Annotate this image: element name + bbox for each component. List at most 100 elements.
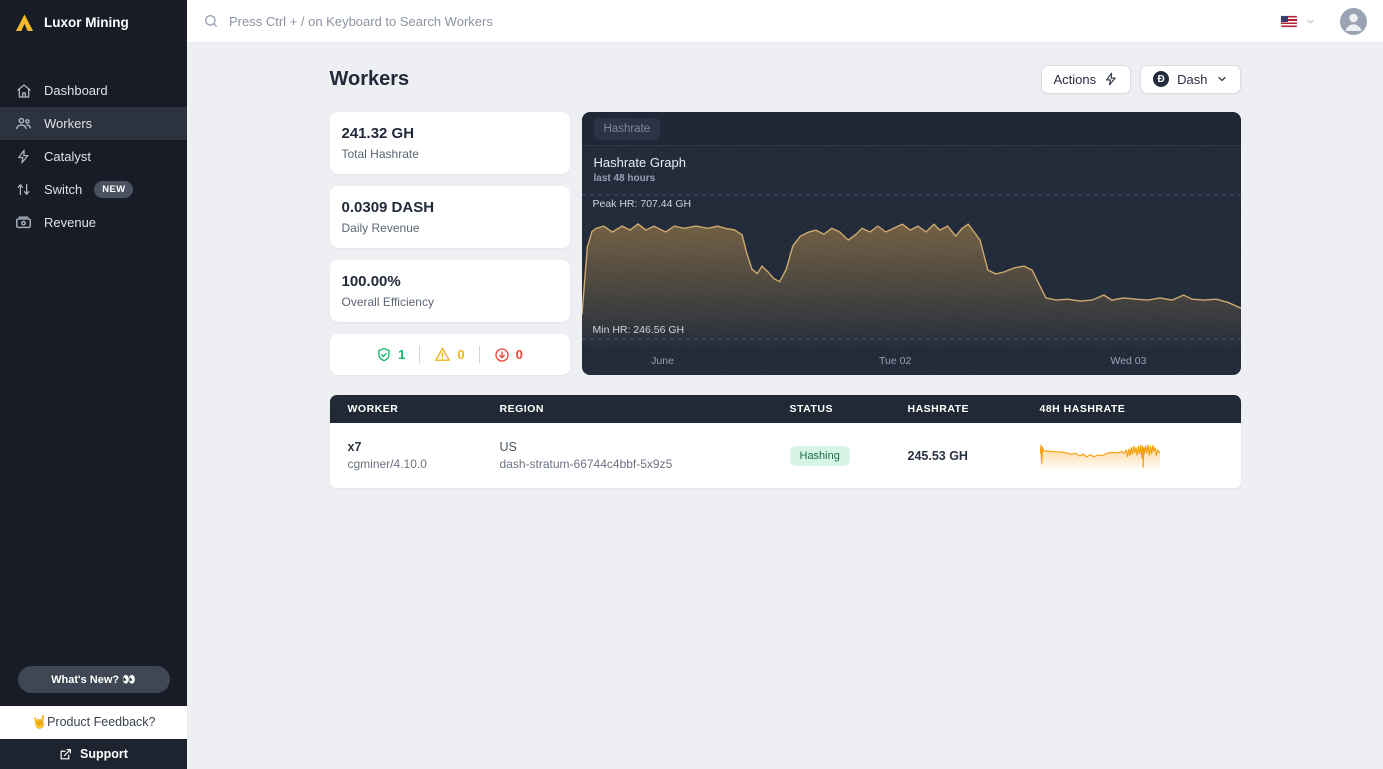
worker-status-summary-card: 1 0 0	[330, 334, 570, 375]
new-badge: NEW	[94, 181, 133, 198]
app-root: Luxor Mining Dashboard Workers Catalyst	[0, 0, 1383, 769]
coin-label: Dash	[1177, 72, 1207, 87]
table-row[interactable]: x7 cgminer/4.10.0 US dash-stratum-66744c…	[330, 423, 1241, 488]
dashboard-row: 241.32 GH Total Hashrate 0.0309 DASH Dai…	[330, 112, 1241, 375]
overall-efficiency-value: 100.00%	[342, 273, 558, 290]
x-tick-label: June	[651, 355, 674, 367]
x-tick-label: Tue 02	[879, 355, 911, 367]
daily-revenue-card: 0.0309 DASH Daily Revenue	[330, 186, 570, 248]
support-label: Support	[80, 747, 128, 761]
topbar-right	[1281, 8, 1367, 35]
column-header-48h-hashrate: 48H HASHRATE	[1022, 403, 1241, 415]
graph-subtitle: last 48 hours	[582, 170, 1241, 184]
sidebar-item-switch[interactable]: Switch NEW	[0, 173, 187, 206]
page-header: Workers Actions Ð Dash	[330, 64, 1241, 94]
arrow-down-circle-icon	[494, 347, 510, 363]
topbar	[187, 0, 1383, 43]
bolt-icon	[15, 148, 32, 165]
healthy-count: 1	[398, 347, 405, 362]
down-workers-filter[interactable]: 0	[480, 347, 537, 363]
page-title: Workers	[330, 68, 410, 91]
luxor-logo-icon	[15, 13, 34, 32]
down-count: 0	[516, 347, 523, 362]
sidebar-item-revenue[interactable]: Revenue	[0, 206, 187, 239]
hashrate-cell: 245.53 GH	[890, 447, 1022, 465]
chevron-down-icon[interactable]	[1305, 16, 1316, 27]
healthy-workers-filter[interactable]: 1	[362, 347, 419, 363]
worker-agent: cgminer/4.10.0	[348, 457, 482, 471]
dash-coin-icon: Ð	[1153, 71, 1169, 87]
bolt-icon	[1104, 72, 1118, 86]
graph-title: Hashrate Graph	[582, 146, 1241, 170]
content: Workers Actions Ð Dash 241.32	[330, 43, 1241, 488]
region-name: US	[500, 440, 772, 454]
brand-logo[interactable]: Luxor Mining	[0, 0, 187, 45]
peak-hr-label: Peak HR: 707.44 GH	[593, 198, 692, 210]
sidebar-item-label: Switch	[44, 182, 82, 197]
sidebar-item-dashboard[interactable]: Dashboard	[0, 74, 187, 107]
main-area: Workers Actions Ð Dash 241.32	[187, 0, 1383, 769]
worker-name[interactable]: x7	[348, 440, 482, 454]
x-tick-label: Wed 03	[1110, 355, 1146, 367]
hashrate-value: 245.53 GH	[908, 449, 968, 463]
whats-new-button[interactable]: What's New? 👀	[18, 666, 170, 693]
min-hr-label: Min HR: 246.56 GH	[593, 324, 685, 336]
header-buttons: Actions Ð Dash	[1041, 65, 1241, 94]
sidebar-item-label: Catalyst	[44, 149, 91, 164]
sidebar-item-catalyst[interactable]: Catalyst	[0, 140, 187, 173]
banknote-icon	[15, 214, 32, 231]
sparkline-cell	[1022, 442, 1241, 469]
actions-button[interactable]: Actions	[1041, 65, 1132, 94]
coin-selector-button[interactable]: Ð Dash	[1140, 65, 1240, 94]
chevron-down-icon	[1216, 73, 1228, 85]
total-hashrate-card: 241.32 GH Total Hashrate	[330, 112, 570, 174]
search-icon	[203, 13, 219, 29]
shield-check-icon	[376, 347, 392, 363]
external-link-icon	[59, 748, 72, 761]
sidebar-item-workers[interactable]: Workers	[0, 107, 187, 140]
column-header-region: REGION	[482, 403, 772, 415]
overall-efficiency-card: 100.00% Overall Efficiency	[330, 260, 570, 322]
workers-table: WORKER REGION STATUS HASHRATE 48H HASHRA…	[330, 395, 1241, 488]
region-cell: US dash-stratum-66744c4bbf-5x9z5	[482, 440, 772, 471]
warning-count: 0	[457, 347, 464, 362]
column-header-hashrate: HASHRATE	[890, 403, 1022, 415]
status-cell: Hashing	[772, 446, 890, 466]
total-hashrate-value: 241.32 GH	[342, 125, 558, 142]
sidebar-item-label: Revenue	[44, 215, 96, 230]
column-header-status: STATUS	[772, 403, 890, 415]
x-axis: June Tue 02 Wed 03	[582, 355, 1241, 368]
workers-icon	[15, 115, 32, 132]
sidebar-nav: Dashboard Workers Catalyst Switch NEW	[0, 74, 187, 239]
locale-flag-us[interactable]	[1281, 16, 1297, 27]
product-feedback-button[interactable]: 🤘Product Feedback?	[0, 706, 187, 739]
stats-column: 241.32 GH Total Hashrate 0.0309 DASH Dai…	[330, 112, 570, 375]
daily-revenue-value: 0.0309 DASH	[342, 199, 558, 216]
table-header-row: WORKER REGION STATUS HASHRATE 48H HASHRA…	[330, 395, 1241, 423]
hashrate-graph-panel: Hashrate Hashrate Graph last 48 hours Pe…	[582, 112, 1241, 375]
brand-name: Luxor Mining	[44, 15, 129, 30]
status-badge: Hashing	[790, 446, 850, 466]
actions-label: Actions	[1054, 72, 1097, 87]
total-hashrate-label: Total Hashrate	[342, 147, 558, 161]
hashrate-chart: Peak HR: 707.44 GH Min HR: 246.56 GH	[582, 187, 1241, 347]
warning-workers-filter[interactable]: 0	[420, 346, 478, 363]
graph-tab-strip: Hashrate	[582, 112, 1241, 146]
hashrate-chart-svg	[582, 187, 1241, 347]
home-icon	[15, 82, 32, 99]
overall-efficiency-label: Overall Efficiency	[342, 295, 558, 309]
warning-triangle-icon	[434, 346, 451, 363]
tab-hashrate[interactable]: Hashrate	[594, 118, 661, 140]
search-input[interactable]	[229, 14, 1271, 29]
sparkline-svg	[1040, 442, 1160, 469]
column-header-worker: WORKER	[330, 403, 482, 415]
switch-arrows-icon	[15, 181, 32, 198]
user-avatar[interactable]	[1340, 8, 1367, 35]
sidebar-item-label: Workers	[44, 116, 92, 131]
sidebar-item-label: Dashboard	[44, 83, 108, 98]
support-button[interactable]: Support	[0, 739, 187, 769]
sidebar: Luxor Mining Dashboard Workers Catalyst	[0, 0, 187, 769]
sidebar-bottom: What's New? 👀 🤘Product Feedback? Support	[0, 666, 187, 769]
worker-cell: x7 cgminer/4.10.0	[330, 440, 482, 471]
person-icon	[1340, 8, 1367, 35]
